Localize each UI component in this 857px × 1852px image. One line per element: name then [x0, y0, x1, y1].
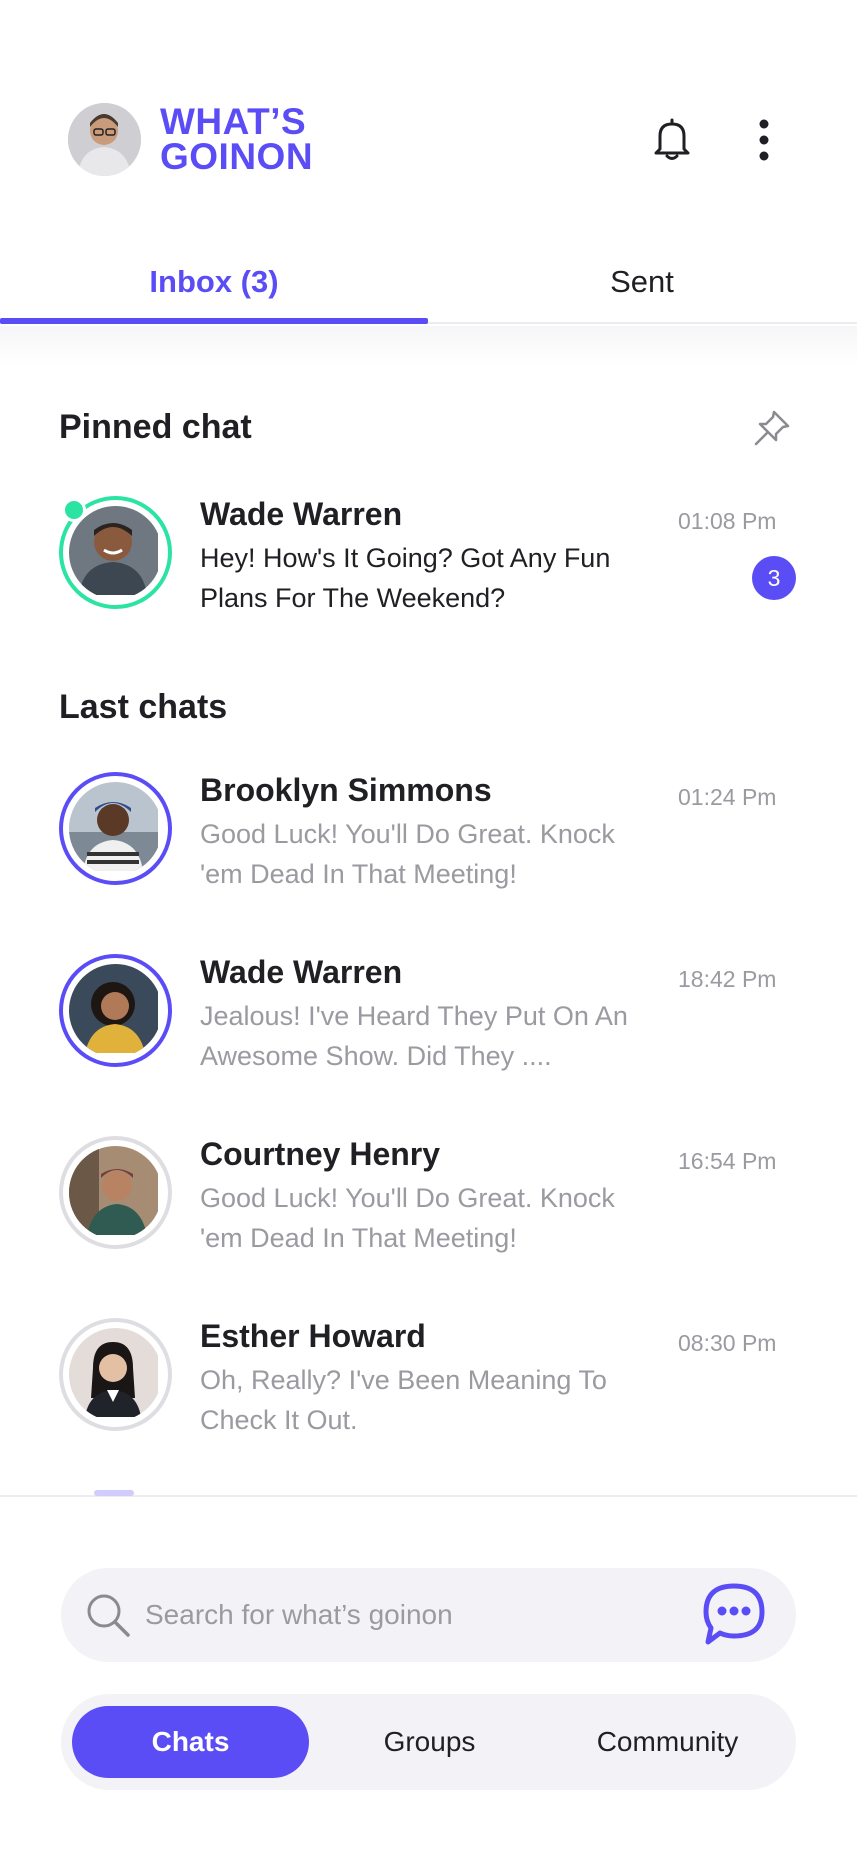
logo-line-2: GOINON	[160, 136, 314, 177]
chat-message: Jealous! I've Heard They Put On An Aweso…	[200, 1001, 628, 1071]
chat-item[interactable]: Wade Warren Jealous! I've Heard They Put…	[0, 954, 857, 1084]
chat-time: 16:54 Pm	[678, 1148, 777, 1174]
avatar	[59, 772, 172, 885]
chat-name: Brooklyn Simmons	[200, 772, 492, 808]
profile-avatar[interactable]	[68, 103, 141, 176]
chat-message: Good Luck! You'll Do Great. Knock 'em De…	[200, 819, 615, 889]
bell-icon[interactable]	[652, 117, 692, 161]
chat-name: Wade Warren	[200, 496, 403, 532]
bottom-dock	[0, 1495, 857, 1852]
search-input[interactable]	[145, 1568, 665, 1662]
new-chat-icon[interactable]	[700, 1580, 768, 1648]
pinned-chat-item[interactable]: Wade Warren Hey! How's It Going? Got Any…	[0, 496, 857, 626]
segment-chats[interactable]: Chats	[72, 1706, 309, 1778]
chat-message: Hey! How's It Going? Got Any Fun Plans F…	[200, 543, 611, 613]
avatar-photo	[69, 964, 158, 1053]
tab-shadow	[0, 326, 857, 366]
search-bar	[61, 1568, 796, 1662]
avatar-photo	[69, 506, 158, 595]
search-icon	[87, 1594, 130, 1637]
pin-icon[interactable]	[752, 408, 792, 448]
avatar	[59, 1318, 172, 1431]
active-tab-indicator	[0, 318, 428, 324]
more-vertical-icon[interactable]	[752, 118, 776, 162]
next-avatar-peek	[94, 1490, 134, 1496]
chat-item[interactable]: Courtney Henry Good Luck! You'll Do Grea…	[0, 1136, 857, 1266]
logo-line-1: WHAT’S	[160, 101, 307, 142]
avatar	[59, 954, 172, 1067]
section-switcher: Chats Groups Community	[61, 1694, 796, 1790]
online-status-dot	[62, 498, 86, 522]
tab-inbox[interactable]: Inbox (3)	[0, 240, 428, 324]
chat-time: 01:08 Pm	[678, 508, 777, 534]
avatar	[59, 1136, 172, 1249]
avatar-photo	[69, 1146, 158, 1235]
chat-time: 08:30 Pm	[678, 1330, 777, 1356]
last-chats-heading: Last chats	[59, 688, 228, 726]
pinned-chat-heading: Pinned chat	[59, 408, 252, 446]
chat-message: Oh, Really? I've Been Meaning To Check I…	[200, 1365, 607, 1435]
segment-community[interactable]: Community	[549, 1706, 786, 1778]
profile-photo	[68, 103, 141, 176]
chat-time: 01:24 Pm	[678, 784, 777, 810]
avatar-photo	[69, 782, 158, 871]
segment-groups[interactable]: Groups	[311, 1706, 548, 1778]
chat-name: Wade Warren	[200, 954, 403, 990]
chat-name: Esther Howard	[200, 1318, 426, 1354]
chat-message: Good Luck! You'll Do Great. Knock 'em De…	[200, 1183, 615, 1253]
app-header: WHAT’S GOINON	[0, 0, 857, 220]
chat-time: 18:42 Pm	[678, 966, 777, 992]
tab-sent[interactable]: Sent	[428, 240, 856, 324]
unread-count-badge: 3	[752, 556, 796, 600]
app-logo: WHAT’S GOINON	[160, 101, 314, 177]
app-screen: WHAT’S GOINON Inbox (3) Sent Pinned chat	[0, 0, 857, 1852]
chat-name: Courtney Henry	[200, 1136, 441, 1172]
chat-item[interactable]: Esther Howard Oh, Really? I've Been Mean…	[0, 1318, 857, 1448]
tab-bar: Inbox (3) Sent	[0, 240, 857, 324]
avatar-photo	[69, 1328, 158, 1417]
chat-item[interactable]: Brooklyn Simmons Good Luck! You'll Do Gr…	[0, 772, 857, 902]
